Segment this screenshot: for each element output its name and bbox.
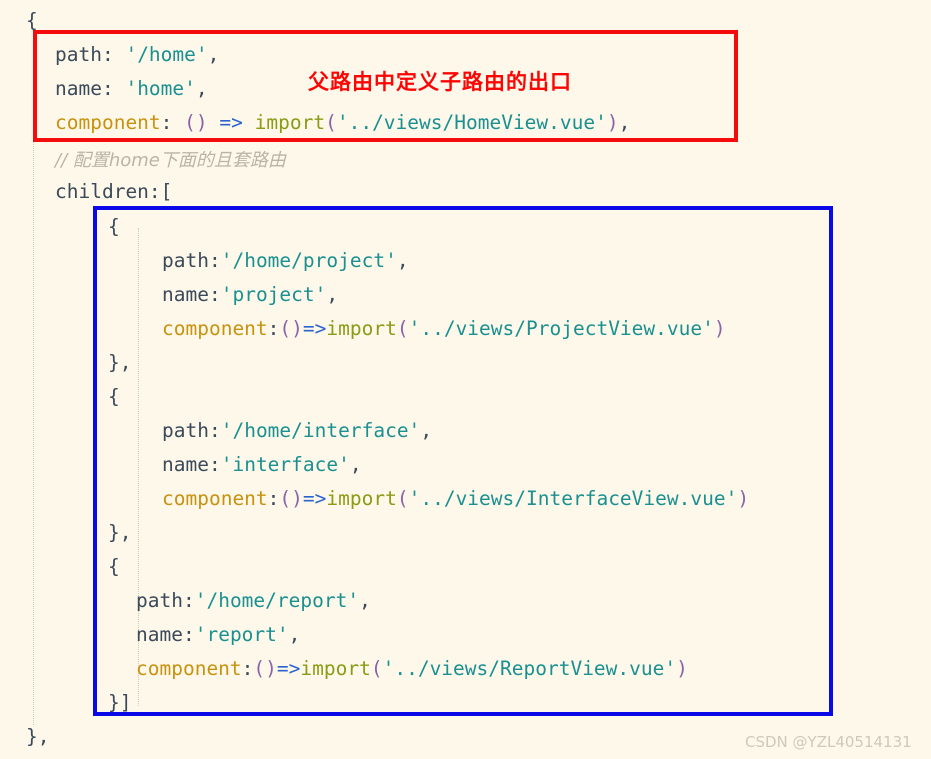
code-token: children xyxy=(55,180,149,203)
code-token: { xyxy=(26,9,38,32)
code-line: }, xyxy=(26,720,49,754)
indent-guide xyxy=(33,140,35,725)
code-line: // 配置home下面的且套路由 xyxy=(55,143,286,178)
children-routes-highlight-box xyxy=(93,206,833,716)
csdn-watermark: CSDN @YZL40514131 xyxy=(745,733,912,751)
code-token: }, xyxy=(26,725,50,748)
code-token: :[ xyxy=(148,180,173,203)
annotation-note: 父路由中定义子路由的出口 xyxy=(308,70,572,94)
code-line: children:[ xyxy=(55,175,172,209)
code-token: // 配置home下面的且套路由 xyxy=(55,150,286,171)
code-screenshot-canvas: {path: '/home', name: 'home', component: (… xyxy=(0,0,931,759)
